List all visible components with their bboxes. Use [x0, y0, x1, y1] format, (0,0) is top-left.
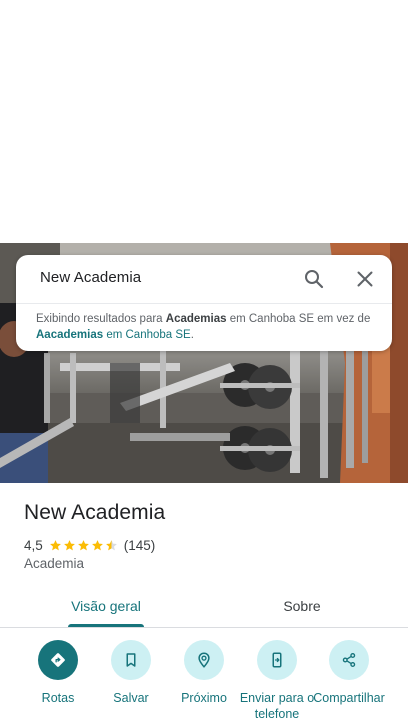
- share-icon: [329, 640, 369, 680]
- rating-row[interactable]: 4,5 (145): [24, 536, 155, 554]
- tab-overview[interactable]: Visão geral: [48, 586, 164, 626]
- share-button[interactable]: Compartilhar: [311, 640, 387, 706]
- nearby-icon: [184, 640, 224, 680]
- save-button[interactable]: Salvar: [93, 640, 169, 706]
- tabs-divider: [0, 627, 408, 628]
- star-icon: [105, 539, 117, 550]
- note-original-rest: em Canhoba SE: [103, 329, 191, 341]
- send-to-phone-icon: [257, 640, 297, 680]
- rating-value: 4,5: [24, 537, 43, 553]
- directions-label: Rotas: [41, 691, 75, 705]
- send-to-phone-label: Enviar para o telefone: [239, 691, 315, 721]
- search-icon[interactable]: [302, 267, 326, 291]
- note-middle: em Canhoba SE em vez de: [226, 313, 371, 325]
- search-original-query-link[interactable]: Aacademias em Canhoba SE: [36, 329, 191, 341]
- directions-button[interactable]: Rotas: [20, 640, 96, 706]
- note-corrected-term: Academias: [165, 313, 227, 325]
- star-icon: [49, 539, 61, 550]
- search-bar[interactable]: New Academia: [16, 255, 392, 303]
- nearby-label: Próximo: [181, 691, 227, 705]
- place-sheet: New Academia Exibindo resultados para Ac…: [0, 0, 408, 726]
- nearby-button[interactable]: Próximo: [166, 640, 242, 706]
- note-prefix: Exibindo resultados para: [36, 313, 166, 325]
- send-to-phone-button[interactable]: Enviar para o telefone: [239, 640, 315, 722]
- tab-about[interactable]: Sobre: [244, 586, 360, 626]
- share-label: Compartilhar: [313, 691, 385, 705]
- star-icon: [91, 539, 103, 550]
- directions-icon: [38, 640, 78, 680]
- close-icon[interactable]: [353, 267, 377, 291]
- note-original-term: Aacademias: [36, 329, 104, 341]
- place-title: New Academia: [24, 501, 166, 524]
- star-icon: [77, 539, 89, 550]
- star-rating: [49, 539, 119, 552]
- search-query-text[interactable]: New Academia: [40, 269, 141, 286]
- place-tabs: Visão geral Sobre: [0, 586, 408, 628]
- place-category[interactable]: Academia: [24, 556, 84, 571]
- action-bar: Rotas Salvar Próximo Enviar para o telef…: [0, 640, 408, 726]
- search-divider: [16, 303, 392, 304]
- bookmark-icon: [111, 640, 151, 680]
- note-suffix: .: [190, 329, 194, 341]
- star-icon: [63, 539, 75, 550]
- search-correction-note: Exibindo resultados para Academias em Ca…: [36, 311, 376, 343]
- search-card: New Academia Exibindo resultados para Ac…: [16, 255, 392, 351]
- save-label: Salvar: [113, 691, 149, 705]
- review-count[interactable]: (145): [124, 538, 156, 553]
